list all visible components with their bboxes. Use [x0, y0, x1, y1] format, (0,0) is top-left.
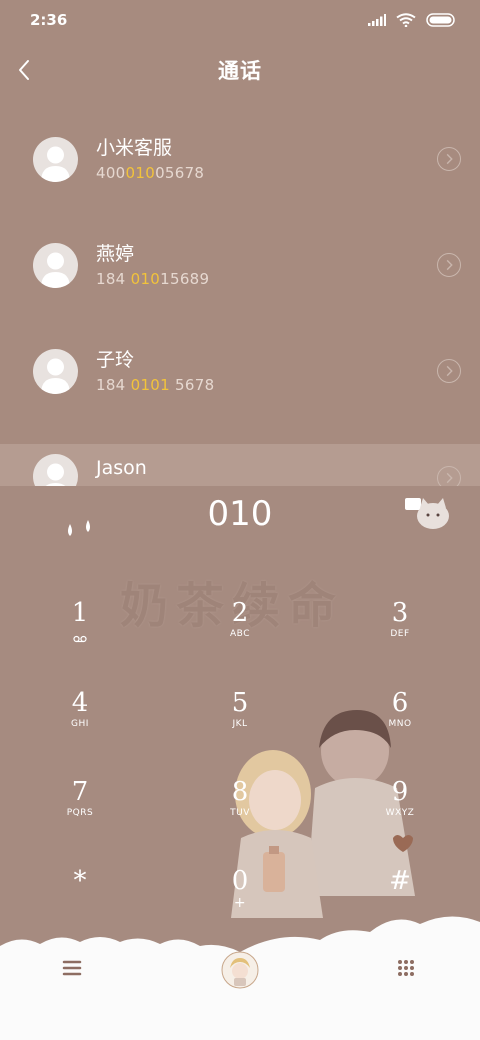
drops-icon	[68, 520, 90, 536]
page-title: 通话	[218, 59, 262, 83]
chevron-right-icon[interactable]	[437, 466, 461, 486]
back-icon[interactable]	[12, 54, 40, 86]
contact-number: 184 01015689	[96, 270, 210, 288]
dialpad-icon[interactable]	[396, 958, 416, 978]
contact-name: 燕婷	[96, 243, 135, 265]
call-icon[interactable]	[220, 950, 260, 990]
key-7[interactable]: 7 PQRS	[30, 777, 130, 847]
status-bar: 2:36	[0, 0, 480, 40]
wifi-icon	[396, 13, 416, 27]
avatar	[33, 348, 78, 394]
key-1[interactable]: 1	[30, 598, 130, 668]
chevron-right-icon[interactable]	[437, 253, 461, 277]
contact-name: 子玲	[96, 349, 135, 371]
contact-text: 小米客服 40001005678	[96, 136, 204, 182]
chevron-right-icon[interactable]	[437, 147, 461, 171]
key-3[interactable]: 3 DEF	[350, 598, 450, 668]
key-4[interactable]: 4 GHI	[30, 688, 130, 758]
key-6[interactable]: 6 MNO	[350, 688, 450, 758]
signal-icon	[368, 14, 386, 26]
contact-number: 40001005678	[96, 164, 205, 182]
voicemail-icon	[73, 635, 87, 643]
contact-row[interactable]: Jason	[0, 444, 480, 486]
avatar	[33, 242, 78, 288]
key-2[interactable]: 2 ABC	[190, 598, 290, 668]
contact-number: 184 0101 5678	[96, 376, 215, 394]
status-time: 2:36	[30, 11, 68, 29]
contact-text: 子玲 184 0101 5678	[96, 348, 214, 394]
bottom-bar	[0, 916, 480, 1040]
dialer-panel: 010 奶茶续命 1 2 ABC 3 DEF 4 GHI 5 JKL 6 MNO…	[0, 486, 480, 1040]
cat-sticker-icon	[405, 498, 449, 529]
title-bar: 通话	[0, 40, 480, 100]
contact-text: 燕婷 184 01015689	[96, 242, 209, 288]
menu-icon[interactable]	[62, 958, 82, 978]
avatar	[33, 454, 78, 486]
avatar	[33, 136, 78, 182]
key-8[interactable]: 8 TUV	[190, 777, 290, 847]
contact-row[interactable]: 小米客服 40001005678	[0, 106, 480, 212]
contact-row[interactable]: 燕婷 184 01015689	[0, 212, 480, 318]
contact-name: 小米客服	[96, 137, 173, 159]
chevron-right-icon[interactable]	[437, 359, 461, 383]
key-9[interactable]: 9 WXYZ	[350, 777, 450, 847]
key-5[interactable]: 5 JKL	[190, 688, 290, 758]
contact-text: Jason	[96, 456, 147, 480]
contact-name: Jason	[96, 457, 147, 479]
battery-icon	[426, 13, 455, 27]
contact-row[interactable]: 子玲 184 0101 5678	[0, 318, 480, 424]
status-icons	[368, 13, 456, 27]
